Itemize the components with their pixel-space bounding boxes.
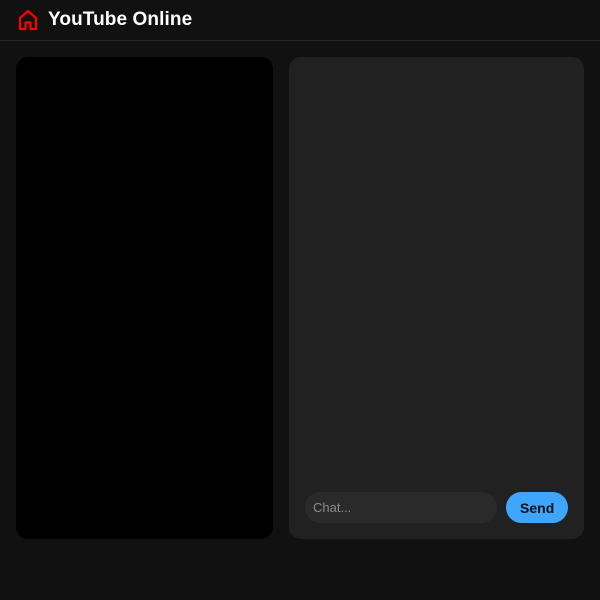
video-player[interactable]	[16, 57, 273, 539]
top-bar: YouTube Online	[0, 0, 600, 41]
chat-messages	[289, 57, 584, 477]
home-icon	[16, 8, 40, 32]
send-button[interactable]: Send	[506, 492, 568, 523]
app-window: YouTube Online Send	[0, 0, 600, 600]
chat-panel: Send	[289, 57, 584, 539]
home-link[interactable]: YouTube Online	[16, 8, 192, 32]
page-title: YouTube Online	[48, 9, 193, 30]
chat-input[interactable]	[305, 492, 498, 523]
chat-form: Send	[305, 492, 568, 523]
